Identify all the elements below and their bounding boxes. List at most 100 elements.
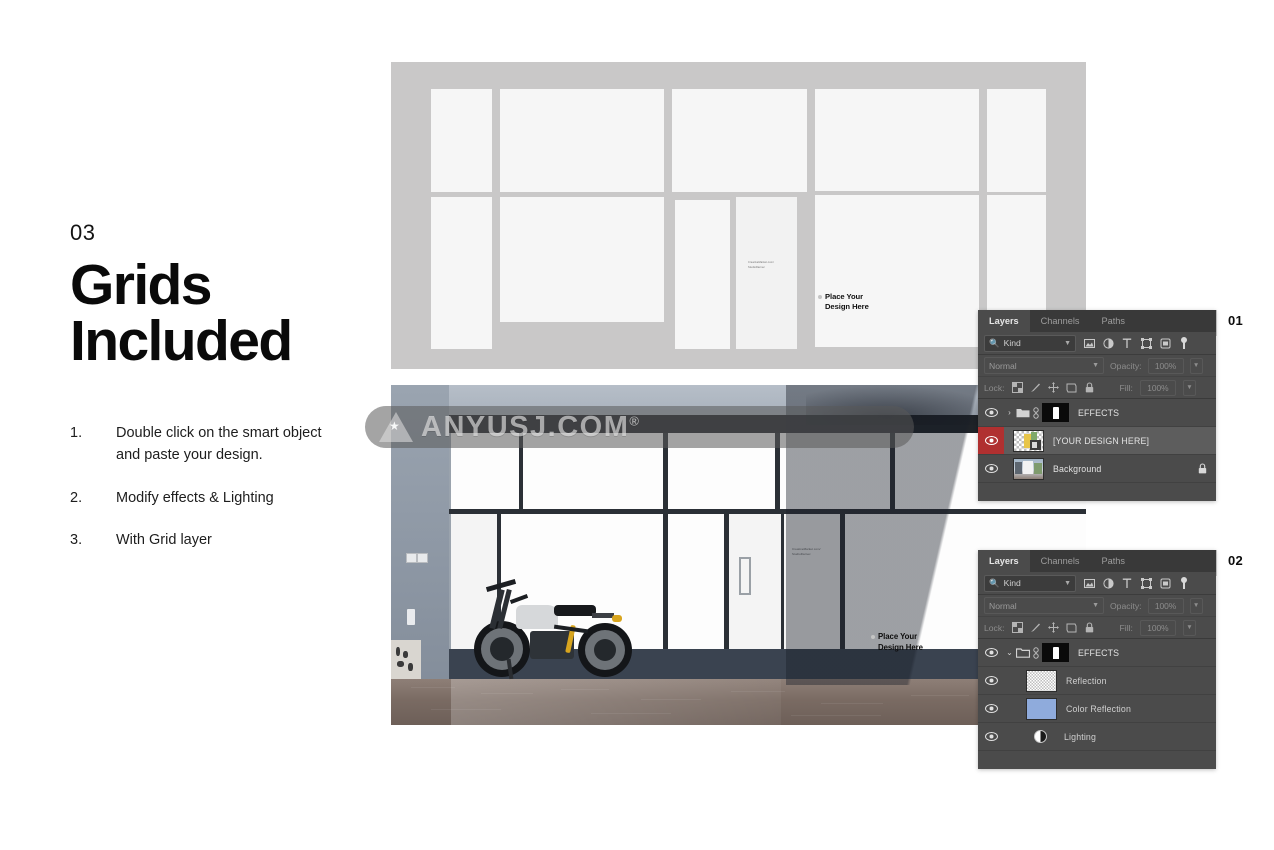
- layer-row-lighting[interactable]: Lighting: [978, 723, 1216, 751]
- layer-name: Background: [1053, 463, 1102, 474]
- fill-value[interactable]: 100%: [1139, 379, 1176, 396]
- kind-filter-dropdown[interactable]: 🔍 Kind ▼: [984, 334, 1076, 352]
- layer-thumbnail[interactable]: [1013, 457, 1044, 480]
- blend-mode-dropdown[interactable]: Normal ▼: [984, 597, 1104, 614]
- photo-glass-panel: [780, 433, 890, 509]
- tab-layers[interactable]: Layers: [978, 550, 1030, 572]
- list-item: 1. Double click on the smart object and …: [70, 422, 370, 467]
- list-item: 2. Modify effects & Lighting: [70, 487, 370, 509]
- filter-toggle-icon[interactable]: [1178, 576, 1190, 589]
- panel-footer: [978, 751, 1216, 769]
- chevron-right-icon[interactable]: ›: [1004, 408, 1015, 417]
- layer-visibility-toggle[interactable]: [978, 723, 1004, 750]
- layer-row-your-design-here[interactable]: [YOUR DESIGN HERE]: [978, 427, 1216, 455]
- layer-filter-row: 🔍 Kind ▼: [978, 572, 1216, 595]
- list-item-text: Modify effects & Lighting: [116, 489, 274, 506]
- adjustment-layer-thumbnail[interactable]: [1026, 730, 1055, 743]
- layer-filter-row: 🔍 Kind ▼: [978, 332, 1216, 355]
- blend-mode-value: Normal: [989, 600, 1017, 611]
- slide-text-column: 03 Grids Included 1. Double click on the…: [70, 222, 370, 572]
- type-layer-icon[interactable]: [1121, 337, 1133, 349]
- lock-image-icon[interactable]: [1030, 622, 1041, 633]
- layer-row-effects[interactable]: › EFFECTS: [978, 399, 1216, 427]
- lock-position-icon[interactable]: [1047, 622, 1059, 633]
- headline-line-2: Included: [70, 308, 293, 373]
- pixel-layer-icon[interactable]: [1083, 577, 1095, 589]
- lock-all-icon[interactable]: [1084, 382, 1095, 393]
- smart-object-icon[interactable]: [1159, 337, 1171, 349]
- filter-toggle-icon[interactable]: [1178, 336, 1190, 349]
- shape-layer-icon[interactable]: [1140, 337, 1152, 349]
- layer-mask-thumbnail[interactable]: [1042, 403, 1069, 422]
- layer-thumbnail[interactable]: [1026, 669, 1057, 692]
- slide-canvas: 03 Grids Included 1. Double click on the…: [0, 0, 1274, 850]
- tab-paths[interactable]: Paths: [1090, 310, 1136, 332]
- list-item-text: Double click on the smart object and pas…: [116, 424, 322, 464]
- grid-cell: [672, 89, 807, 192]
- opacity-value[interactable]: 100%: [1147, 597, 1184, 614]
- layer-visibility-toggle[interactable]: [978, 695, 1004, 722]
- chevron-down-icon[interactable]: ⌄: [1004, 648, 1015, 657]
- layer-name: [YOUR DESIGN HERE]: [1053, 435, 1150, 446]
- lock-label: Lock:: [984, 382, 1005, 393]
- lock-nesting-icon[interactable]: [1066, 622, 1077, 633]
- layer-thumbnail[interactable]: [1013, 429, 1044, 452]
- tab-layers[interactable]: Layers: [978, 310, 1030, 332]
- lock-position-icon[interactable]: [1047, 382, 1059, 393]
- door-credit-line-2: StudioDarnec: [792, 552, 811, 556]
- lock-image-icon[interactable]: [1030, 382, 1041, 393]
- kind-filter-dropdown[interactable]: 🔍 Kind ▼: [984, 574, 1076, 592]
- blend-mode-value: Normal: [989, 360, 1017, 371]
- door-credit-line-1: CreativeMarket.com/: [792, 547, 821, 551]
- layer-name: EFFECTS: [1078, 407, 1120, 418]
- chevron-down-icon: ▼: [1064, 579, 1071, 587]
- lock-transparency-icon[interactable]: [1011, 622, 1023, 633]
- tab-channels[interactable]: Channels: [1029, 310, 1091, 332]
- panel-tab-bar: Layers Channels Paths: [978, 310, 1216, 332]
- layer-visibility-toggle[interactable]: [978, 399, 1004, 426]
- layer-row-effects[interactable]: ⌄ EFFECTS: [978, 639, 1216, 667]
- shape-layer-icon[interactable]: [1140, 577, 1152, 589]
- tab-channels[interactable]: Channels: [1029, 550, 1091, 572]
- layer-thumbnail[interactable]: [1026, 697, 1057, 720]
- motorcycle-tank: [516, 605, 558, 629]
- adjustment-layer-icon[interactable]: [1102, 577, 1114, 589]
- layers-panel-02[interactable]: Layers Channels Paths 🔍 Kind ▼ Normal ▼ …: [978, 550, 1216, 769]
- lock-nesting-icon[interactable]: [1066, 382, 1077, 393]
- fill-chevron-down-icon[interactable]: ▼: [1182, 379, 1196, 396]
- lock-transparency-icon[interactable]: [1011, 382, 1023, 393]
- opacity-label: Opacity:: [1110, 600, 1142, 611]
- door-handle-right-icon: [749, 557, 751, 595]
- smart-object-icon[interactable]: [1159, 577, 1171, 589]
- type-layer-icon[interactable]: [1121, 577, 1133, 589]
- layers-panel-01[interactable]: Layers Channels Paths 🔍 Kind ▼ Normal ▼ …: [978, 310, 1216, 501]
- opacity-chevron-down-icon[interactable]: ▼: [1189, 597, 1203, 614]
- blend-mode-dropdown[interactable]: Normal ▼: [984, 357, 1104, 374]
- door-handle-bar: [739, 593, 751, 595]
- link-mask-icon[interactable]: [1030, 406, 1041, 419]
- layer-row-reflection[interactable]: Reflection: [978, 667, 1216, 695]
- pixel-layer-icon[interactable]: [1083, 337, 1095, 349]
- fill-value[interactable]: 100%: [1139, 619, 1176, 636]
- adjustment-layer-icon[interactable]: [1102, 337, 1114, 349]
- fill-chevron-down-icon[interactable]: ▼: [1182, 619, 1196, 636]
- opacity-value[interactable]: 100%: [1147, 357, 1184, 374]
- panel-footer: [978, 483, 1216, 501]
- layer-visibility-toggle[interactable]: [978, 455, 1004, 482]
- photo-cast-shadow-top: [806, 385, 1006, 425]
- layer-row-background[interactable]: Background: [978, 455, 1216, 483]
- tab-paths[interactable]: Paths: [1090, 550, 1136, 572]
- opacity-chevron-down-icon[interactable]: ▼: [1189, 357, 1203, 374]
- layer-visibility-toggle[interactable]: [978, 639, 1004, 666]
- link-mask-icon[interactable]: [1030, 646, 1041, 659]
- layer-visibility-toggle[interactable]: [978, 667, 1004, 694]
- list-item-text: With Grid layer: [116, 532, 212, 549]
- layer-visibility-toggle[interactable]: [978, 427, 1004, 454]
- place-design-line-1: Place Your: [878, 632, 918, 641]
- layer-mask-thumbnail[interactable]: [1042, 643, 1069, 662]
- door-handle-left-icon: [739, 557, 741, 595]
- lock-all-icon[interactable]: [1084, 622, 1095, 633]
- panel-badge-02: 02: [1228, 553, 1244, 568]
- bullet-dot-icon: [871, 635, 875, 639]
- layer-row-color-reflection[interactable]: Color Reflection: [978, 695, 1216, 723]
